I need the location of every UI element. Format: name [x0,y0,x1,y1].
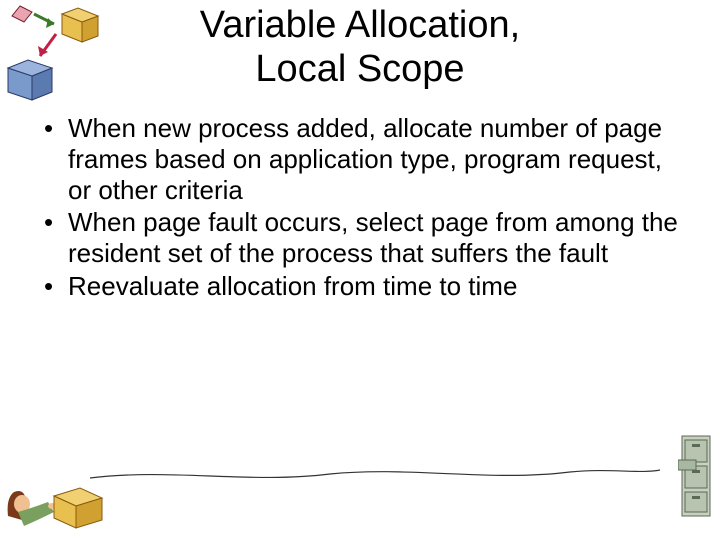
list-item: When new process added, allocate number … [38,113,682,205]
bullet-list: When new process added, allocate number … [38,113,682,301]
slide-body: When new process added, allocate number … [0,113,720,301]
cabinet-clipart-icon [678,430,714,520]
slide: Variable Allocation, Local Scope When ne… [0,0,720,540]
list-item: Reevaluate allocation from time to time [38,271,682,302]
slide-title: Variable Allocation, Local Scope [60,0,660,91]
person-box-clipart-icon [2,448,112,538]
divider-line-icon [90,464,660,484]
title-line-2: Local Scope [255,48,464,90]
title-line-1: Variable Allocation, [200,4,520,46]
list-item: When page fault occurs, select page from… [38,207,682,268]
